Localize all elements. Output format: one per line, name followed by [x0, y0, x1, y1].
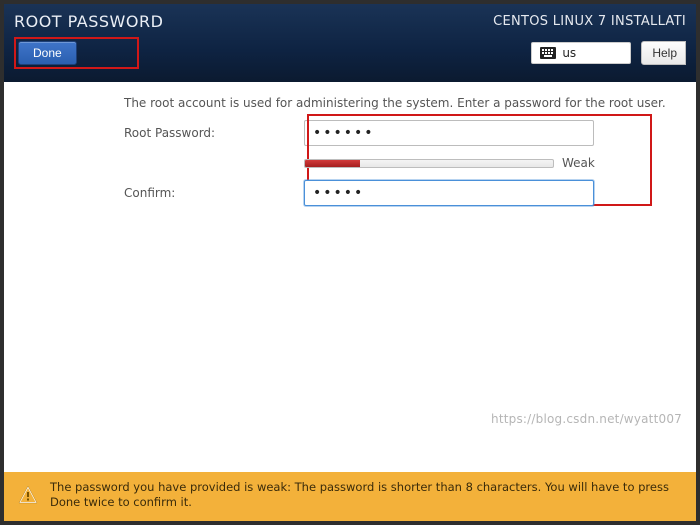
keyboard-layout-indicator[interactable]: us	[531, 42, 631, 64]
password-strength-meter	[304, 159, 554, 168]
keyboard-icon	[540, 47, 556, 59]
root-password-label: Root Password:	[124, 126, 304, 140]
body-area: The root account is used for administeri…	[4, 82, 696, 472]
help-button[interactable]: Help	[641, 41, 686, 65]
done-button[interactable]: Done	[18, 41, 77, 65]
keyboard-layout-label: us	[562, 46, 576, 60]
warning-text: The password you have provided is weak: …	[50, 480, 682, 511]
done-highlight: Done	[14, 37, 139, 69]
password-strength-label: Weak	[562, 156, 595, 170]
intro-text: The root account is used for administeri…	[124, 96, 676, 110]
password-form: Root Password: Weak Confirm:	[124, 120, 676, 206]
install-title: CENTOS LINUX 7 INSTALLATI	[493, 14, 686, 29]
page-title: ROOT PASSWORD	[14, 12, 163, 31]
password-strength-fill	[305, 160, 360, 167]
confirm-password-input[interactable]	[304, 180, 594, 206]
warning-bar: The password you have provided is weak: …	[4, 472, 696, 521]
warning-icon	[18, 485, 38, 505]
header-bar: ROOT PASSWORD CENTOS LINUX 7 INSTALLATI …	[4, 4, 696, 82]
watermark-text: https://blog.csdn.net/wyatt007	[491, 412, 682, 426]
confirm-password-label: Confirm:	[124, 186, 304, 200]
root-password-input[interactable]	[304, 120, 594, 146]
